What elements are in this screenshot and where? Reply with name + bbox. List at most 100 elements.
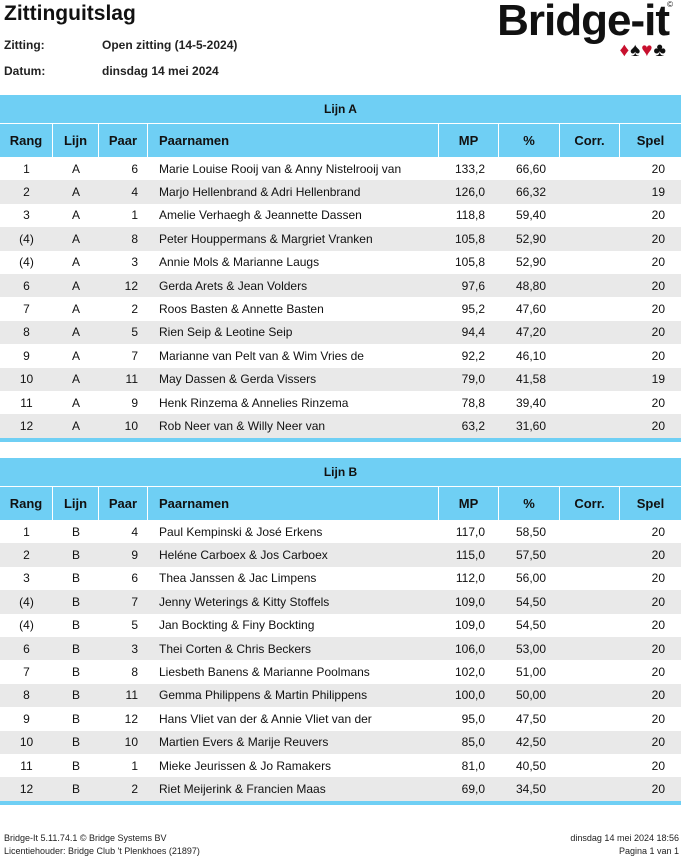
cell-spel: 20 — [651, 302, 665, 317]
cell-paarnamen: Amelie Verhaegh & Jeannette Dassen — [159, 208, 362, 223]
table-row: 12 A 10 Rob Neer van & Willy Neer van 63,2 31… — [0, 414, 681, 438]
section-title: Lijn A — [0, 95, 681, 124]
cell-paarnamen: Marjo Hellenbrand & Adri Hellenbrand — [159, 185, 361, 200]
cell-paar: 7 — [131, 594, 138, 609]
table-row: 7 B 8 Liesbeth Banens & Marianne Poolmans 10… — [0, 660, 681, 683]
table-row: 8 B 11 Gemma Philippens & Martin Philippens… — [0, 683, 681, 708]
cell-lijn: B — [71, 735, 80, 750]
cell-paarnamen: Gemma Philippens & Martin Philippens — [159, 688, 368, 703]
column-header-paarnamen: Paarnamen — [148, 487, 439, 520]
cell-spel: 20 — [651, 348, 665, 363]
cell-lijn: A — [71, 395, 80, 410]
cell-percent: 57,50 — [515, 548, 546, 563]
cell-rang: 9 — [23, 711, 30, 726]
zitting-info: Zitting: Open zitting (14-5-2024) — [4, 38, 237, 52]
cell-rang: 3 — [23, 571, 30, 586]
cell-mp: 85,0 — [461, 735, 485, 750]
cell-spel: 20 — [651, 594, 665, 609]
cell-paar: 3 — [131, 641, 138, 656]
cell-mp: 94,4 — [461, 325, 485, 340]
cell-lijn: B — [71, 594, 80, 609]
cell-spel: 20 — [651, 548, 665, 563]
zitting-value: Open zitting (14-5-2024) — [102, 38, 238, 52]
footer-right: dinsdag 14 mei 2024 18:56 Pagina 1 van 1 — [570, 832, 679, 858]
cell-paar: 8 — [131, 665, 138, 680]
cell-mp: 100,0 — [454, 688, 485, 703]
cell-lijn: A — [71, 325, 80, 340]
cell-paar: 6 — [131, 571, 138, 586]
cell-percent: 52,90 — [515, 231, 546, 246]
table-row: 1 B 4 Paul Kempinski & José Erkens 117,0 58,5… — [0, 520, 681, 543]
cell-paar: 4 — [131, 524, 138, 539]
column-header: Rang Lijn Paar Paarnamen MP% Corr. Spel — [0, 487, 681, 520]
cell-spel: 20 — [651, 571, 665, 586]
cell-lijn: A — [71, 208, 80, 223]
datum-info: Datum: dinsdag 14 mei 2024 — [4, 64, 219, 78]
cell-mp: 112,0 — [455, 571, 485, 586]
cell-rang: (4) — [19, 255, 34, 270]
cell-mp: 79,0 — [461, 372, 485, 387]
table-row: (4) A 3 Annie Mols & Marianne Laugs 105,8 52,… — [0, 251, 681, 274]
table-row: (4) B 7 Jenny Weterings & Kitty Stoffels 109… — [0, 590, 681, 614]
table-row: 11 B 1 Mieke Jeurissen & Jo Ramakers 81,0 40,… — [0, 754, 681, 777]
cell-rang: 9 — [23, 348, 30, 363]
cell-mp: 105,8 — [454, 255, 485, 270]
cell-paar: 6 — [131, 161, 138, 176]
section-divider — [0, 800, 681, 805]
cell-spel: 19 — [651, 372, 665, 387]
cell-lijn: B — [71, 524, 80, 539]
cell-spel: 20 — [651, 711, 665, 726]
section-lijn-b: Lijn B Rang Lijn Paar Paarnamen MP% Corr. Spel 1… — [0, 458, 681, 805]
cell-paar: 7 — [131, 348, 138, 363]
results-table: 1 A 6 Marie Louise Rooij van & Anny Nistelr… — [0, 157, 681, 438]
cell-paar: 5 — [131, 618, 138, 633]
cell-rang: 1 — [23, 161, 30, 176]
cell-spel: 20 — [651, 665, 665, 680]
column-header-percent: % — [499, 487, 560, 520]
print-timestamp: dinsdag 14 mei 2024 18:56 — [570, 833, 679, 843]
cell-mp: 63,2 — [461, 418, 485, 433]
cell-mp: 115,0 — [455, 548, 485, 563]
cell-percent: 50,00 — [515, 688, 546, 703]
cell-mp: 118,8 — [455, 208, 485, 223]
table-row: 3 B 6 Thea Janssen & Jac Limpens 112,0 56,00 2… — [0, 567, 681, 590]
cell-rang: 8 — [23, 325, 30, 340]
page-title: Zittinguitslag — [4, 2, 136, 25]
club-icon: ♣ — [653, 40, 667, 61]
cell-paar: 10 — [124, 418, 138, 433]
card-suits-icon: ♦♠♥♣ — [619, 40, 667, 62]
cell-spel: 19 — [651, 185, 665, 200]
table-row: 12 B 2 Riet Meijerink & Francien Maas 69,0 34… — [0, 777, 681, 801]
table-row: 2 A 4 Marjo Hellenbrand & Adri Hellenbrand 1… — [0, 180, 681, 204]
cell-paar: 2 — [131, 781, 138, 796]
cell-lijn: A — [71, 161, 80, 176]
cell-percent: 51,00 — [515, 665, 546, 680]
column-header-spel: Spel — [636, 133, 665, 148]
cell-spel: 20 — [651, 208, 665, 223]
column-header-paar: Paar — [99, 124, 148, 157]
column-header-corr: Corr. — [560, 487, 620, 520]
cell-percent: 53,00 — [515, 641, 546, 656]
page-number: Pagina 1 van 1 — [618, 846, 679, 856]
cell-percent: 56,00 — [515, 571, 546, 586]
cell-lijn: B — [71, 665, 80, 680]
cell-percent: 47,20 — [515, 325, 546, 340]
cell-spel: 20 — [651, 231, 665, 246]
table-row: 3 A 1 Amelie Verhaegh & Jeannette Dassen 118… — [0, 204, 681, 227]
cell-lijn: B — [71, 618, 80, 633]
cell-paarnamen: Heléne Carboex & Jos Carboex — [159, 548, 328, 563]
cell-mp: 69,0 — [461, 781, 485, 796]
column-header-mp: MP — [439, 124, 499, 157]
cell-paarnamen: Liesbeth Banens & Marianne Poolmans — [159, 665, 370, 680]
cell-spel: 20 — [651, 688, 665, 703]
diamond-icon: ♦ — [619, 40, 631, 61]
cell-percent: 47,60 — [515, 302, 546, 317]
cell-percent: 47,50 — [515, 711, 546, 726]
cell-percent: 59,40 — [515, 208, 546, 223]
cell-mp: 97,6 — [461, 278, 485, 293]
cell-mp: 102,0 — [454, 665, 485, 680]
cell-percent: 48,80 — [515, 278, 546, 293]
copyright-mark: © — [667, 0, 673, 9]
cell-lijn: B — [71, 688, 80, 703]
cell-paar: 1 — [131, 208, 138, 223]
